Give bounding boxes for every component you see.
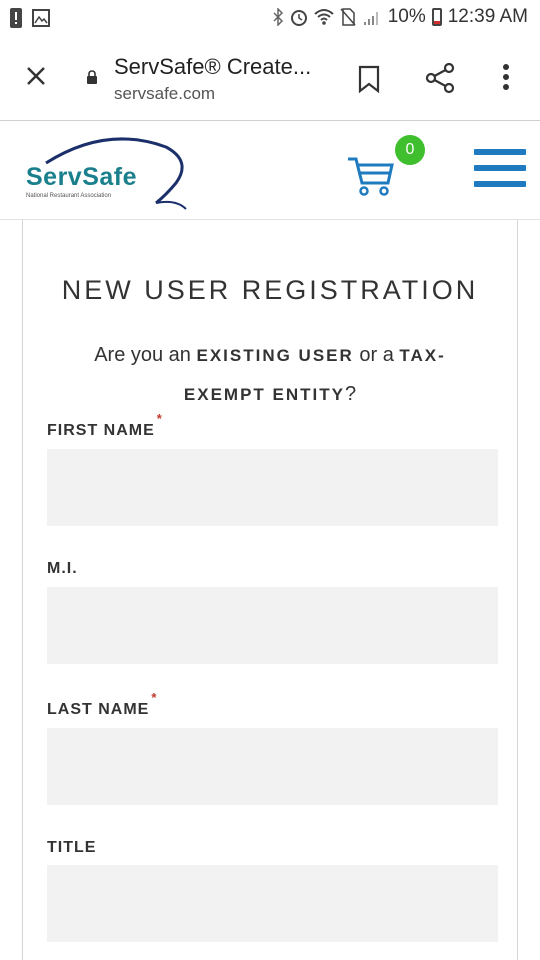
image-icon <box>32 9 50 27</box>
title-label-text: TITLE <box>47 839 97 856</box>
browser-toolbar: ServSafe® Create... servsafe.com <box>0 36 540 121</box>
servsafe-logo[interactable]: ServSafe National Restaurant Association <box>26 133 196 213</box>
signal-icon <box>363 12 378 25</box>
status-bar: 10% 12:39 AM <box>0 0 540 36</box>
existing-user-link[interactable]: EXISTING USER <box>196 346 353 365</box>
question-text: or a <box>359 344 394 366</box>
title-label: TITLE <box>47 839 96 857</box>
wifi-icon <box>314 9 334 25</box>
cart-icon[interactable] <box>346 147 396 197</box>
mi-label-text: M.I. <box>47 560 78 577</box>
page-title[interactable]: ServSafe® Create... <box>114 54 311 80</box>
no-sim-icon <box>340 8 356 26</box>
clock: 12:39 AM <box>447 6 528 27</box>
close-icon[interactable] <box>22 62 50 90</box>
last-name-label: LAST NAME* <box>47 690 157 719</box>
question-text: Are you an <box>94 344 191 366</box>
mi-field[interactable] <box>47 587 498 664</box>
first-name-label: FIRST NAME* <box>47 411 163 440</box>
first-name-field[interactable] <box>47 449 498 526</box>
bluetooth-icon <box>273 8 283 26</box>
more-options-icon[interactable] <box>498 62 514 92</box>
alarm-icon <box>290 10 307 26</box>
url-domain[interactable]: servsafe.com <box>114 84 215 104</box>
battery-percent: 10% <box>387 6 426 27</box>
tax-exempt-link[interactable]: EXEMPT ENTITY <box>184 385 345 404</box>
menu-icon[interactable] <box>474 149 526 189</box>
logo-subtitle: National Restaurant Association <box>26 193 112 199</box>
tax-exempt-link[interactable]: TAX- <box>399 346 445 365</box>
logo-text: ServSafe <box>26 163 138 191</box>
lock-icon <box>87 70 97 84</box>
registration-form: NEW USER REGISTRATION Are you an EXISTIN… <box>22 220 518 960</box>
user-type-question: Are you an EXISTING USER or a TAX- EXEMP… <box>23 336 517 414</box>
required-mark: * <box>151 690 158 705</box>
share-icon[interactable] <box>424 62 456 94</box>
cart-count-badge[interactable]: 0 <box>395 135 425 165</box>
question-mark: ? <box>344 383 357 405</box>
required-mark: * <box>156 411 163 426</box>
title-field[interactable] <box>47 865 498 942</box>
last-name-label-text: LAST NAME <box>47 701 150 718</box>
first-name-label-text: FIRST NAME <box>47 422 155 439</box>
site-header: ServSafe National Restaurant Association <box>0 121 540 220</box>
last-name-field[interactable] <box>47 728 498 805</box>
bookmark-icon[interactable] <box>356 64 382 94</box>
form-title: NEW USER REGISTRATION <box>61 275 479 305</box>
battery-icon <box>431 8 442 26</box>
alert-icon <box>10 8 22 28</box>
mi-label: M.I. <box>47 560 78 578</box>
